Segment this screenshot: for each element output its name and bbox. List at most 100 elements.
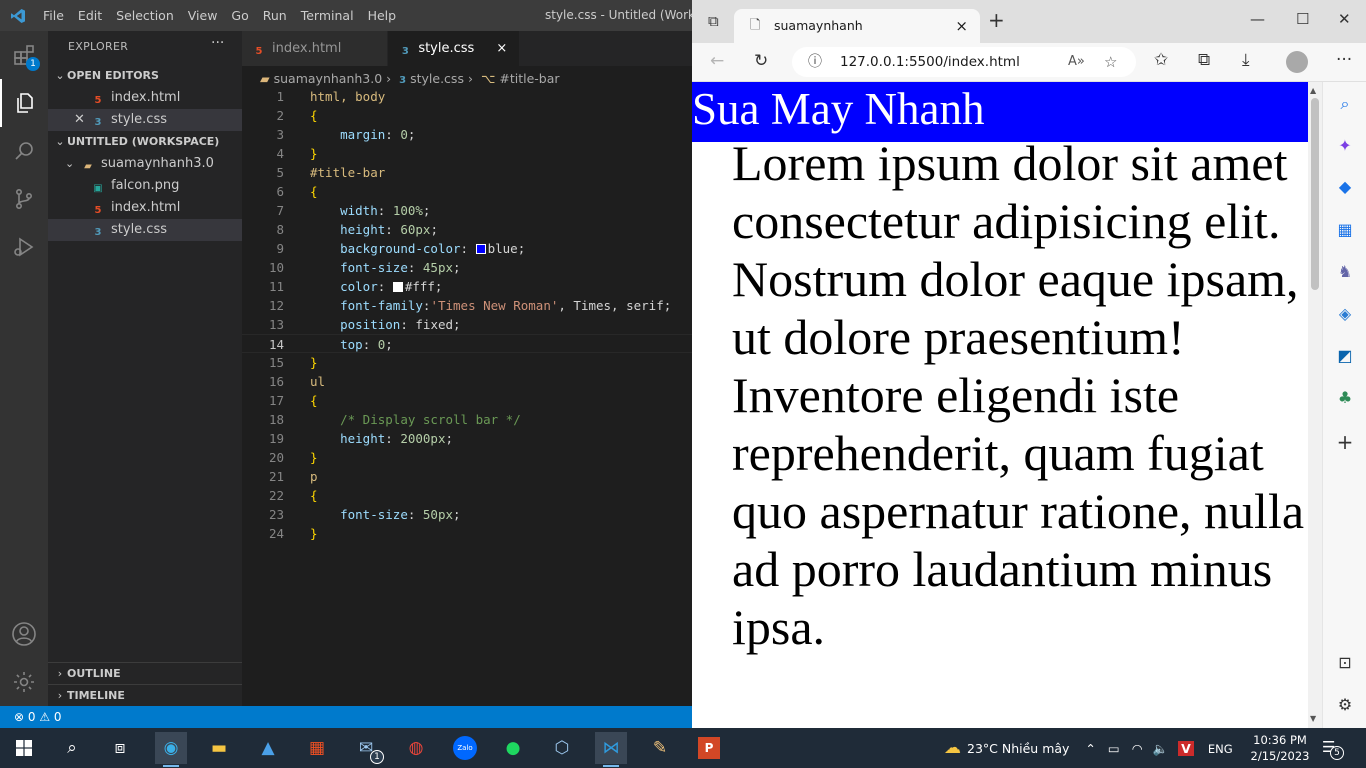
search-icon[interactable]: ⌕ — [56, 732, 88, 764]
scroll-thumb[interactable] — [1311, 98, 1319, 290]
open-editor-index-html[interactable]: 5 index.html — [48, 87, 242, 109]
photos-icon[interactable]: ▲ — [252, 732, 284, 764]
favorites-icon[interactable]: ✩ — [1154, 50, 1168, 70]
file-falcon-png[interactable]: ▣ falcon.png — [48, 175, 242, 197]
menu-edit[interactable]: Edit — [71, 0, 109, 31]
collections-icon[interactable]: ⧉ — [1198, 50, 1210, 70]
tab-style-css[interactable]: 3 style.css × — [388, 31, 521, 66]
split-screen-icon[interactable]: ⊡ — [1335, 653, 1355, 673]
add-favorite-icon[interactable]: ☆ — [1104, 47, 1117, 77]
page-scrollbar[interactable]: ▲ ▼ — [1308, 82, 1322, 728]
powerpoint-icon[interactable]: P — [693, 732, 725, 764]
search-icon[interactable]: ⌕ — [1335, 94, 1355, 114]
tab-index-html[interactable]: 5 index.html — [242, 31, 389, 66]
edge-browser-icon[interactable]: ◉ — [155, 732, 187, 767]
selector-icon: ⌥ — [480, 71, 496, 86]
code-value: #fff — [404, 279, 435, 294]
account-icon[interactable] — [0, 610, 48, 658]
wifi-icon[interactable]: ◠ — [1132, 741, 1143, 756]
microsoft-store-icon[interactable]: ▦ — [301, 732, 333, 764]
workspace-header[interactable]: ⌄ UNTITLED (WORKSPACE) — [48, 131, 242, 153]
explorer-more-icon[interactable]: ··· — [211, 35, 224, 51]
more-options-icon[interactable]: ··· — [1336, 50, 1352, 70]
info-icon[interactable]: ⓘ — [808, 47, 822, 77]
zalo-icon[interactable]: Zalo — [449, 732, 481, 764]
breadcrumb-folder[interactable]: suamaynhanh3.0 — [274, 71, 383, 86]
workspace-label: UNTITLED (WORKSPACE) — [67, 135, 220, 148]
outline-header[interactable]: › OUTLINE — [48, 662, 242, 684]
open-editors-header[interactable]: ⌄ OPEN EDITORS — [48, 65, 242, 87]
breadcrumb-symbol[interactable]: #title-bar — [499, 71, 559, 86]
menu-selection[interactable]: Selection — [109, 0, 181, 31]
menu-go[interactable]: Go — [224, 0, 255, 31]
timeline-header[interactable]: › TIMELINE — [48, 684, 242, 706]
read-aloud-icon[interactable]: A» — [1068, 47, 1085, 77]
back-icon[interactable]: ← — [710, 51, 724, 71]
outlook-icon[interactable]: ◩ — [1335, 346, 1355, 366]
profile-avatar[interactable] — [1286, 51, 1308, 73]
office-icon[interactable]: ◈ — [1335, 304, 1355, 324]
run-debug-icon[interactable] — [0, 223, 48, 271]
close-tab-icon[interactable]: × — [955, 9, 968, 43]
settings-gear-icon[interactable] — [0, 658, 48, 706]
problems-status[interactable]: ⊗ 0 ⚠ 0 — [14, 710, 62, 724]
menu-help[interactable]: Help — [361, 0, 404, 31]
weather-icon[interactable]: ☁ — [944, 738, 961, 758]
color-swatch-icon[interactable] — [392, 282, 403, 292]
close-icon[interactable]: ✕ — [74, 109, 91, 131]
clock[interactable]: 10:36 PM 2/15/2023 — [1250, 732, 1310, 764]
html-file-icon: 5 — [94, 95, 102, 106]
drop-icon[interactable]: ♣ — [1335, 388, 1355, 408]
menu-run[interactable]: Run — [256, 0, 294, 31]
address-bar[interactable]: ⓘ 127.0.0.1:5500/index.html A» ☆ — [792, 47, 1136, 77]
app-icon[interactable]: ⬡ — [546, 732, 578, 764]
file-explorer-icon[interactable]: ▬ — [203, 732, 235, 764]
tab-actions-icon[interactable]: ⧉ — [708, 12, 719, 30]
menu-view[interactable]: View — [181, 0, 225, 31]
css-file-icon: 3 — [94, 227, 102, 238]
task-view-icon[interactable]: ⧈ — [104, 732, 136, 764]
start-windows-icon[interactable] — [8, 732, 40, 764]
folder-suamaynhanh[interactable]: ⌄ ▰ suamaynhanh3.0 — [48, 153, 242, 175]
spotify-icon[interactable]: ● — [497, 732, 529, 764]
vpn-icon[interactable]: V — [1178, 741, 1194, 756]
close-tab-icon[interactable]: × — [496, 41, 507, 56]
open-editor-style-css[interactable]: ✕ 3 style.css — [48, 109, 242, 131]
refresh-icon[interactable]: ↻ — [754, 51, 768, 71]
add-icon[interactable]: + — [1335, 432, 1355, 452]
language-indicator[interactable]: ENG — [1208, 742, 1233, 756]
chevron-up-icon[interactable]: ⌃ — [1085, 741, 1095, 756]
shopping-icon[interactable]: ◆ — [1335, 177, 1355, 197]
copilot-icon[interactable]: ✦ — [1335, 136, 1355, 156]
chrome-icon[interactable]: ◍ — [400, 732, 432, 764]
color-swatch-icon[interactable] — [475, 244, 486, 254]
mail-icon[interactable]: ✉ 1 — [350, 732, 384, 764]
minimize-icon[interactable]: — — [1250, 10, 1265, 28]
browser-tab[interactable]: 🗋 suamaynhanh × — [734, 9, 980, 43]
scroll-down-icon[interactable]: ▼ — [1310, 714, 1316, 723]
breadcrumb-file[interactable]: style.css — [410, 71, 464, 86]
downloads-icon[interactable]: ⤓ — [1242, 50, 1250, 70]
settings-gear-icon[interactable]: ⚙ — [1335, 695, 1355, 715]
explorer-icon[interactable] — [0, 79, 48, 127]
new-tab-icon[interactable]: + — [988, 8, 1005, 32]
weather-text[interactable]: 23°C Nhiều mây — [967, 741, 1069, 756]
games-icon[interactable]: ♞ — [1335, 262, 1355, 282]
extensions-icon[interactable]: 1 — [0, 31, 48, 79]
file-index-html[interactable]: 5 index.html — [48, 197, 242, 219]
volume-icon[interactable]: 🔈 — [1153, 741, 1169, 756]
paint-icon[interactable]: ✎ — [644, 732, 676, 764]
search-icon[interactable] — [0, 127, 48, 175]
notification-center-icon[interactable]: ☰ 5 — [1322, 738, 1344, 760]
scroll-up-icon[interactable]: ▲ — [1310, 86, 1316, 95]
menu-terminal[interactable]: Terminal — [294, 0, 361, 31]
menu-file[interactable]: File — [36, 0, 71, 31]
file-style-css[interactable]: 3 style.css — [48, 219, 242, 241]
code-editor[interactable]: 1 html, body 2{ 3 margin: 0; 4} 5 #title-b… — [242, 87, 692, 543]
battery-icon[interactable]: ▭ — [1108, 741, 1120, 756]
vscode-taskbar-icon[interactable]: ⋈ — [595, 732, 627, 767]
source-control-icon[interactable] — [0, 175, 48, 223]
maximize-icon[interactable]: ☐ — [1296, 10, 1309, 28]
close-window-icon[interactable]: ✕ — [1338, 10, 1351, 28]
tools-icon[interactable]: ▦ — [1335, 220, 1355, 240]
